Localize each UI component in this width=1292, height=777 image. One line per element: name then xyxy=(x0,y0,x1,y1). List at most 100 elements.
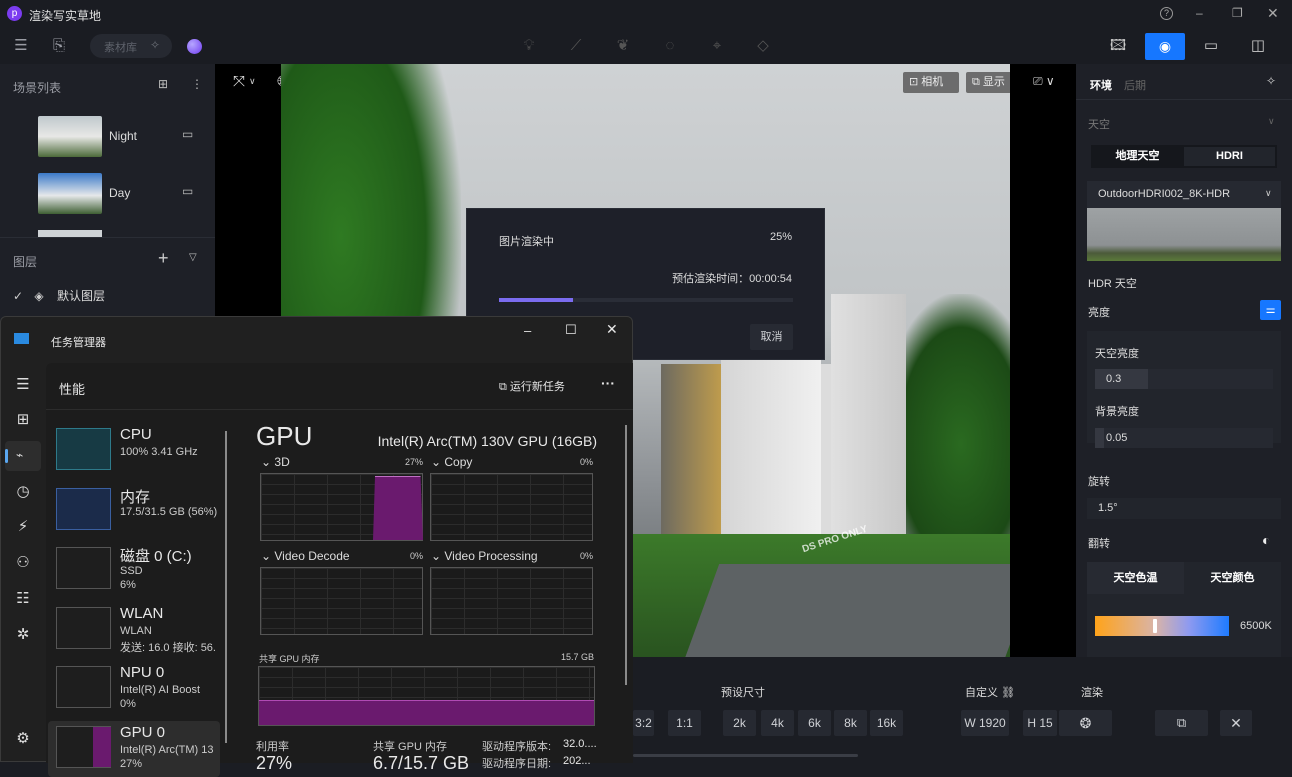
view-switch-icon[interactable]: ⎚ ∨ xyxy=(1033,74,1055,89)
more-icon[interactable]: ⋮ xyxy=(191,77,203,91)
device-item[interactable]: GPU 0 Intel(R) Arc(TM) 13 27% xyxy=(48,720,220,777)
rotation-label: 旋转 xyxy=(1088,476,1110,488)
render-aperture-button[interactable]: ❂ xyxy=(1059,710,1112,736)
asset-library-search[interactable]: 素材库 ✧ xyxy=(90,34,172,58)
brightness-label: 亮度 xyxy=(1088,307,1110,319)
tab-geo-sky[interactable]: 地理天空 xyxy=(1091,145,1184,168)
scene-item[interactable]: Day ▭ xyxy=(38,173,208,215)
history-icon[interactable]: ◷ xyxy=(11,480,35,504)
cancel-render-button[interactable]: ✕ xyxy=(1220,710,1252,736)
tab-hdri[interactable]: HDRI xyxy=(1184,147,1275,166)
scene-item[interactable]: Night ▭ xyxy=(38,116,208,158)
temperature-slider[interactable] xyxy=(1095,616,1229,636)
link-icon[interactable]: ⛓︎ xyxy=(1001,687,1015,699)
task-manager-title: 任务管理器 xyxy=(51,337,106,349)
landscape-icon[interactable]: ◇ xyxy=(751,34,775,58)
leaf-icon[interactable]: ❦ xyxy=(611,34,635,58)
processes-icon[interactable]: ⊞ xyxy=(11,408,35,432)
run-new-task-button[interactable]: ⧉ 运行新任务 xyxy=(499,378,565,394)
flip-toggle-icon[interactable]: ◐ xyxy=(1262,532,1270,548)
device-detail: Intel(R) AI Boost xyxy=(120,684,201,696)
cancel-button[interactable]: 取消 xyxy=(750,324,793,350)
file-import-icon[interactable]: ⎘ xyxy=(47,34,71,58)
sparkle-icon[interactable]: ✧ xyxy=(1266,74,1276,88)
restore-button[interactable]: ❐ xyxy=(1232,6,1243,20)
size-8k-button[interactable]: 8k xyxy=(834,710,867,736)
tab-sky-temperature[interactable]: 天空色温 xyxy=(1087,562,1184,594)
hdri-select[interactable]: OutdoorHDRI002_8K-HDR ∨ xyxy=(1087,181,1281,208)
camera-button[interactable]: ⊡ 相机 xyxy=(903,72,959,93)
close-button[interactable]: ✕ xyxy=(606,321,618,338)
device-list-scrollbar[interactable] xyxy=(225,431,227,743)
settings-icon[interactable]: ⚙ xyxy=(11,727,35,751)
close-button[interactable]: ✕ xyxy=(1267,5,1279,22)
tab-post[interactable]: 后期 xyxy=(1124,77,1146,93)
camera-mode-button[interactable]: ◉ xyxy=(1145,33,1185,60)
camera-icon[interactable]: ▭ xyxy=(182,184,193,198)
device-item[interactable]: WLAN WLAN 发送: 16.0 接收: 56. xyxy=(48,602,220,658)
path-icon[interactable]: ⟋ xyxy=(564,34,588,58)
filter-icon[interactable]: ▽ xyxy=(189,252,197,263)
video-icon[interactable]: ▭ xyxy=(1199,34,1223,58)
shared-mem-max: 15.7 GB xyxy=(561,652,595,662)
device-item[interactable]: 内存 17.5/31.5 GB (56%) xyxy=(48,483,220,539)
ratio-3-2-button[interactable]: 3:2 xyxy=(633,710,654,736)
adjust-icon[interactable]: ⚌ xyxy=(1260,300,1281,320)
sky-brightness-value: 0.3 xyxy=(1106,373,1122,385)
custom-size-label: 自定义 ⛓︎ xyxy=(965,684,1015,700)
chevron-down-icon[interactable]: ∨ xyxy=(1268,116,1275,127)
main-scrollbar[interactable] xyxy=(625,425,627,685)
light-bulb-icon[interactable]: 💡︎ xyxy=(517,34,541,58)
nav-performance-selected[interactable]: ⌁ xyxy=(5,441,41,471)
bg-brightness-slider[interactable]: 0.05 xyxy=(1095,428,1273,448)
add-layer-icon[interactable]: + xyxy=(158,248,169,269)
minimize-button[interactable]: – xyxy=(1196,6,1203,20)
users-icon[interactable]: ⚇ xyxy=(11,551,35,575)
hamburger-icon[interactable]: ☰ xyxy=(11,373,35,397)
pin-icon[interactable]: ⌖ xyxy=(705,34,729,58)
layer-item[interactable]: ✓ ◈ 默认图层 xyxy=(13,287,203,305)
device-name: NPU 0 xyxy=(120,664,165,681)
camera-icon[interactable]: ▭ xyxy=(182,127,193,141)
size-6k-button[interactable]: 6k xyxy=(798,710,831,736)
close-icon: ✕ xyxy=(1230,715,1242,731)
details-icon[interactable]: ☷ xyxy=(11,587,35,611)
render-queue-button[interactable]: ⧉ xyxy=(1155,710,1208,736)
height-input[interactable]: H 15 xyxy=(1023,710,1057,736)
width-input[interactable]: W 1920 xyxy=(961,710,1009,736)
task-manager-window: 任务管理器 – ☐ ✕ ☰ ⊞ ⌁ ◷ ⚡︎ ⚇ ☷ ✲ ⚙ 性能 ⧉ 运行新任… xyxy=(0,316,633,777)
ratio-1-1-button[interactable]: 1:1 xyxy=(668,710,701,736)
rotation-input[interactable]: 1.5° xyxy=(1087,498,1281,519)
size-2k-button[interactable]: 2k xyxy=(723,710,756,736)
gallery-icon[interactable]: ◫ xyxy=(1246,34,1270,58)
divider xyxy=(1076,99,1292,100)
transform-gizmo-icon[interactable]: ⤧ xyxy=(227,70,251,94)
menu-icon[interactable]: ☰ xyxy=(9,34,33,58)
maximize-button[interactable]: ☐ xyxy=(565,322,577,338)
dialog-title: 图片渲染中 xyxy=(499,236,554,248)
size-16k-button[interactable]: 16k xyxy=(870,710,903,736)
device-item[interactable]: 磁盘 0 (C:) SSD 6% xyxy=(48,542,220,598)
horizontal-scrollbar[interactable] xyxy=(633,754,858,757)
help-icon[interactable]: ? xyxy=(1160,7,1173,20)
tab-environment[interactable]: 环境 xyxy=(1090,77,1112,93)
slider-handle[interactable] xyxy=(1153,619,1157,633)
device-thumbnail-graph xyxy=(56,487,111,530)
device-item[interactable]: NPU 0 Intel(R) AI Boost 0% xyxy=(48,661,220,717)
ai-image-icon[interactable]: 🖾︎ xyxy=(1106,34,1130,58)
minimize-button[interactable]: – xyxy=(524,323,531,338)
chevron-down-icon[interactable]: ∨ xyxy=(249,76,256,87)
display-label: 显示 xyxy=(982,76,1005,88)
device-item[interactable]: CPU 100% 3.41 GHz xyxy=(48,423,220,479)
fire-icon[interactable]: ◌ xyxy=(658,34,682,58)
sky-brightness-slider[interactable]: 0.3 xyxy=(1095,369,1273,389)
ai-orb-icon[interactable] xyxy=(187,39,202,54)
size-4k-button[interactable]: 4k xyxy=(761,710,794,736)
add-scene-icon[interactable]: ⊞ xyxy=(158,77,168,91)
more-options-button[interactable]: ··· xyxy=(601,375,615,391)
startup-icon[interactable]: ⚡︎ xyxy=(11,515,35,539)
display-button[interactable]: ⧉ 显示 xyxy=(966,72,1010,93)
tab-sky-color[interactable]: 天空颜色 xyxy=(1184,562,1281,594)
services-icon[interactable]: ✲ xyxy=(11,623,35,647)
util-label: 利用率 xyxy=(256,741,289,753)
